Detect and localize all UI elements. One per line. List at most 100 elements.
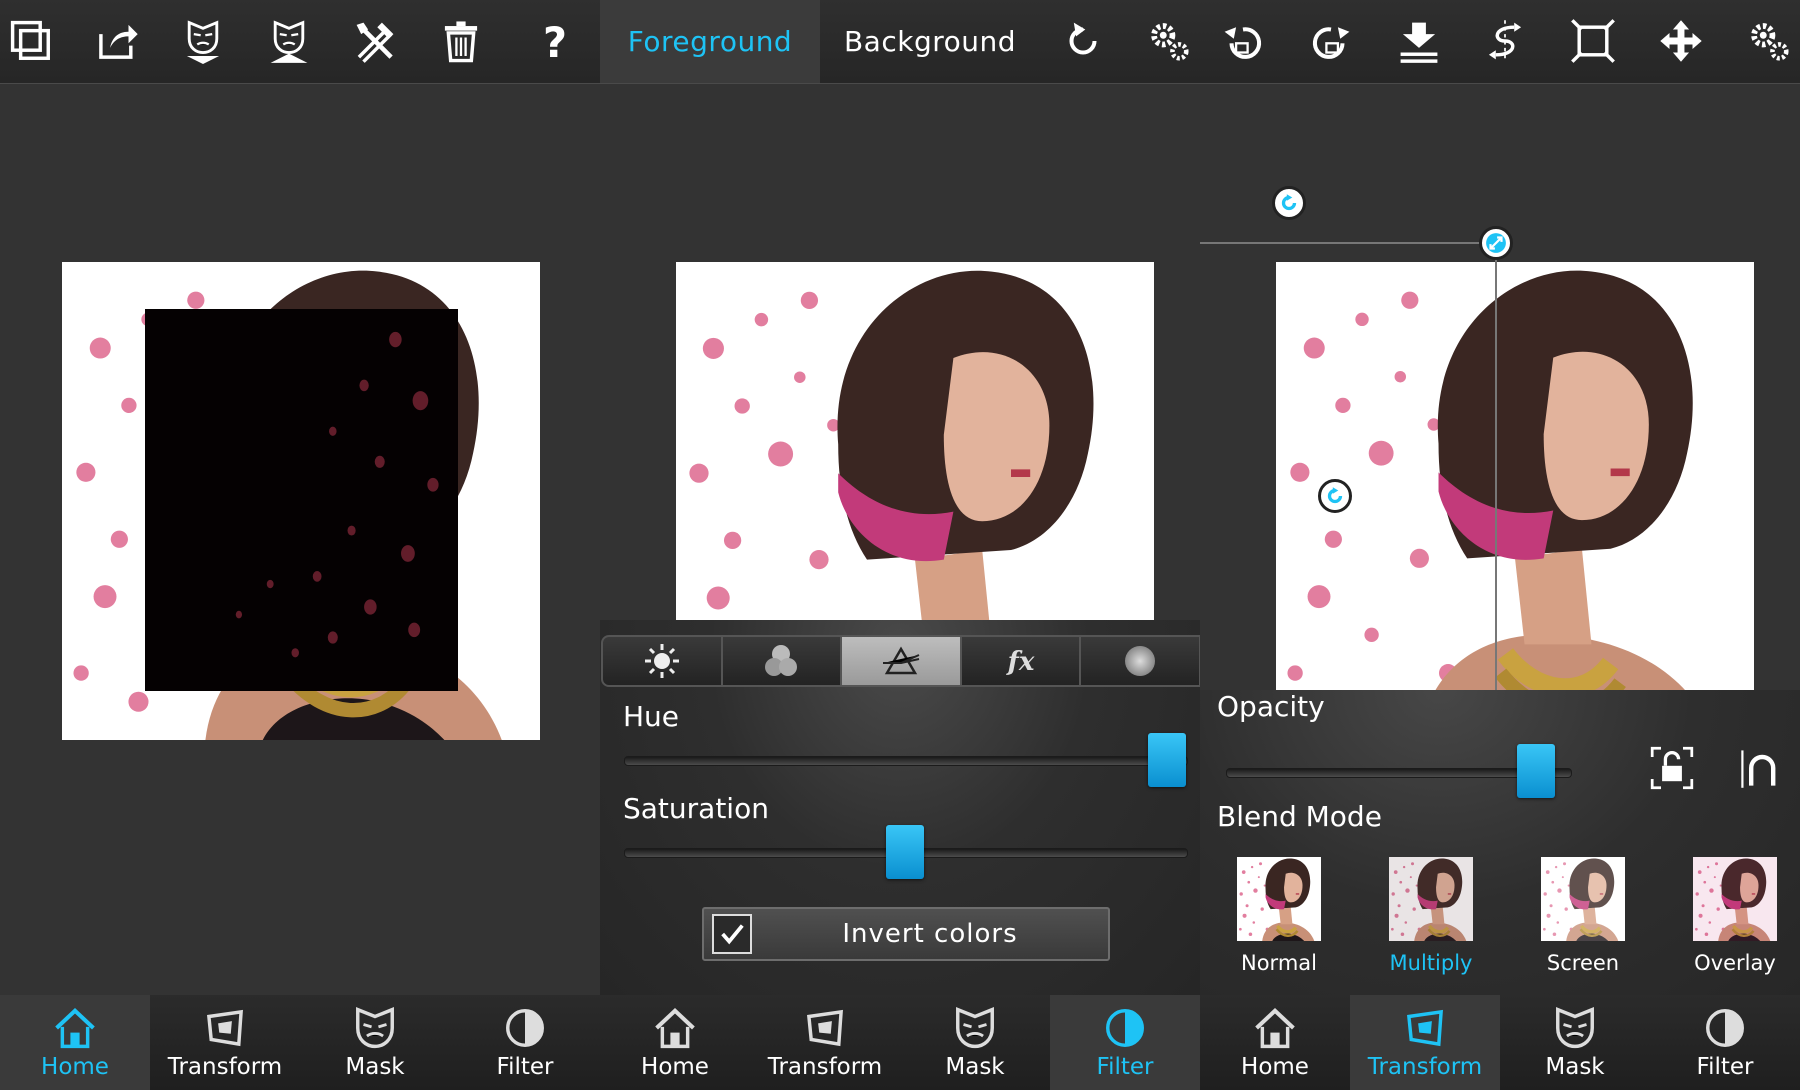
resize-icon — [1486, 233, 1506, 253]
opacity-slider-thumb[interactable] — [1516, 744, 1555, 798]
nav-transform[interactable]: Transform — [150, 995, 300, 1090]
bottom-nav: Home Transform Mask Filter Home Transfor… — [0, 995, 1800, 1090]
invert-label: Invert colors — [842, 919, 1018, 949]
help-icon[interactable]: ? — [524, 10, 586, 72]
filter-icon — [1706, 1009, 1744, 1047]
nav-mask[interactable]: Mask — [1500, 995, 1650, 1090]
hue-slider-thumb[interactable] — [1148, 733, 1186, 787]
undo-icon[interactable] — [1212, 10, 1274, 72]
merge-down-icon[interactable] — [1388, 10, 1450, 72]
nav-home[interactable]: Home — [0, 995, 150, 1090]
nav-label: Transform — [1367, 1054, 1483, 1080]
saturation-label: Saturation — [623, 792, 769, 825]
reset-icon[interactable] — [1052, 10, 1114, 72]
rotation-guide-line — [1200, 242, 1496, 244]
nav-home[interactable]: Home — [600, 995, 750, 1090]
blend-normal-thumbnail — [1237, 857, 1321, 941]
tools-icon[interactable] — [344, 10, 406, 72]
svg-text:?: ? — [543, 19, 567, 64]
nav-label: Home — [641, 1054, 709, 1080]
canvas-image[interactable] — [62, 262, 540, 740]
home-panel — [0, 84, 600, 995]
crop-icon[interactable] — [1562, 10, 1624, 72]
fx-icon[interactable]: fx — [962, 637, 1082, 685]
vignette-icon[interactable] — [1081, 637, 1199, 685]
rotate-icon — [1281, 194, 1297, 211]
nav-label: Mask — [345, 1054, 405, 1080]
flip-icon[interactable] — [1474, 10, 1536, 72]
mask-icon — [956, 1007, 994, 1049]
filter-icon — [506, 1009, 544, 1047]
unlock-icon[interactable] — [1650, 746, 1694, 790]
nav-mask[interactable]: Mask — [300, 995, 450, 1090]
home-icon — [1255, 1007, 1295, 1049]
mask-icon — [356, 1007, 394, 1049]
nav-filter[interactable]: Filter — [1650, 995, 1800, 1090]
nav-filter[interactable]: Filter — [1050, 995, 1200, 1090]
invert-colors-button[interactable]: Invert colors — [702, 907, 1110, 961]
trash-icon[interactable] — [430, 10, 492, 72]
nav-home[interactable]: Home — [1200, 995, 1350, 1090]
nav-filter[interactable]: Filter — [450, 995, 600, 1090]
mask-layer[interactable] — [145, 309, 458, 691]
blend-screen-thumbnail — [1541, 857, 1625, 941]
nav-label: Mask — [945, 1054, 1005, 1080]
move-icon[interactable] — [1650, 10, 1712, 72]
mask-up-icon[interactable] — [258, 10, 320, 72]
transform-icon — [1407, 1009, 1443, 1047]
nav-label: Filter — [496, 1054, 554, 1080]
nav-label: Home — [1241, 1054, 1309, 1080]
nav-label: Filter — [1696, 1054, 1754, 1080]
tab-background[interactable]: Background — [820, 0, 1040, 83]
home-icon — [55, 1007, 95, 1049]
mask-down-icon[interactable] — [172, 10, 234, 72]
settings-2-icon[interactable] — [1738, 10, 1800, 72]
canvas-image[interactable] — [1276, 262, 1754, 692]
blend-screen-label: Screen — [1546, 951, 1620, 975]
blend-overlay-thumbnail — [1693, 857, 1777, 941]
filter-icon — [1106, 1009, 1144, 1047]
nav-transform[interactable]: Transform — [1350, 995, 1500, 1090]
nav-label: Filter — [1096, 1054, 1154, 1080]
redo-icon[interactable] — [1300, 10, 1362, 72]
blend-overlay[interactable]: Overlay — [1680, 857, 1790, 975]
layers-icon[interactable] — [0, 10, 62, 72]
opacity-label: Opacity — [1217, 690, 1325, 723]
saturation-slider-thumb[interactable] — [886, 825, 924, 879]
transform-icon — [207, 1009, 243, 1047]
share-icon[interactable] — [86, 10, 148, 72]
scale-handle[interactable] — [1479, 226, 1513, 260]
blend-normal[interactable]: Normal — [1224, 857, 1334, 975]
nav-transform[interactable]: Transform — [750, 995, 900, 1090]
check-icon — [721, 924, 744, 945]
blend-multiply-label: Multiply — [1389, 951, 1473, 975]
nav-label: Transform — [767, 1054, 883, 1080]
blend-screen[interactable]: Screen — [1528, 857, 1638, 975]
canvas-image[interactable] — [676, 262, 1154, 622]
filter-tabs: fx — [601, 635, 1201, 687]
top-toolbar: ? Foreground Background — [0, 0, 1800, 84]
nav-label: Transform — [167, 1054, 283, 1080]
blend-multiply[interactable]: Multiply — [1376, 857, 1486, 975]
tab-foreground[interactable]: Foreground — [600, 0, 820, 83]
settings-icon[interactable] — [1138, 10, 1200, 72]
nav-label: Home — [41, 1054, 109, 1080]
nav-label: Mask — [1545, 1054, 1605, 1080]
svg-text:fx: fx — [1005, 647, 1034, 677]
home-icon — [655, 1007, 695, 1049]
nav-mask[interactable]: Mask — [900, 995, 1050, 1090]
blend-mode-label: Blend Mode — [1217, 800, 1382, 833]
hue-track[interactable] — [624, 756, 1188, 766]
magnet-icon[interactable] — [1738, 746, 1782, 790]
invert-checkbox[interactable] — [712, 914, 752, 954]
blend-normal-label: Normal — [1241, 951, 1317, 975]
rotate-handle[interactable] — [1272, 186, 1306, 220]
transform-icon — [807, 1009, 843, 1047]
brightness-icon[interactable] — [603, 637, 723, 685]
rotate-handle-center[interactable] — [1318, 479, 1352, 513]
hue-label: Hue — [623, 700, 680, 733]
hue-prism-icon[interactable] — [842, 637, 962, 685]
color-balance-icon[interactable] — [723, 637, 843, 685]
blend-overlay-label: Overlay — [1694, 951, 1776, 975]
rotate-icon — [1327, 487, 1343, 504]
